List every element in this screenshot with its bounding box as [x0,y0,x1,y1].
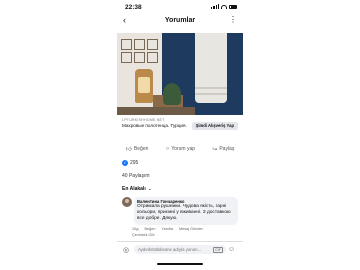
reaction-count: 295 [130,160,139,166]
share-icon: ↪ [212,146,218,153]
like-reaction-icon: ✓ [122,160,128,166]
comment-label: Yorum yap [171,146,196,152]
comment-sort[interactable]: En Alakalı ⌄ [122,186,152,192]
reactions-summary[interactable]: ✓ 295 [122,159,138,167]
phone-screen: 22:38 ‹ Yorumlar ⋮ LPTURKISHHOME.NET Мах… [117,0,243,270]
share-button[interactable]: ↪ Paylaş [212,146,234,153]
comment-like-link[interactable]: Beğen [144,227,155,231]
chevron-down-icon: ⌄ [147,186,152,192]
comment-icon: ○ [165,146,170,152]
camera-icon[interactable]: ◎ [123,246,129,254]
ad-headline: Махровые полотенца. Турция. [122,123,187,128]
sort-label: En Alakalı [122,186,146,192]
comment-time: 10д [132,227,139,231]
emoji-icon[interactable]: ☺ [228,246,235,253]
comment-actions: 10д Beğen Yanıtla Mesaj Gönder [132,227,203,231]
like-icon: 👍︎ [125,147,132,153]
comment-message-link[interactable]: Mesaj Gönder [179,227,203,231]
ad-meta[interactable]: LPTURKISHHOME.NET Махровые полотенца. Ту… [117,117,243,135]
share-label: Paylaş [219,146,235,152]
gif-icon[interactable]: GIF [213,247,223,253]
status-bar: 22:38 [117,2,243,12]
post-actions: 👍︎ Beğen ○ Yorum yap ↪ Paylaş [117,144,243,154]
status-time: 22:38 [125,4,142,11]
like-button[interactable]: 👍︎ Beğen [126,145,149,153]
header: ‹ Yorumlar ⋮ [117,14,243,28]
comment-composer: ◎ GIF ☺ [117,241,243,258]
status-icons [211,4,237,9]
wifi-icon [221,4,227,9]
battery-icon [229,4,237,9]
comment-button[interactable]: ○ Yorum yap [166,146,195,152]
comment-reply-link[interactable]: Yanıtla [161,227,173,231]
more-icon[interactable]: ⋮ [229,15,237,24]
translate-link[interactable]: Çevirisini Gör [132,233,155,237]
like-label: Beğen [133,146,149,152]
shop-now-button[interactable]: Şimdi Alışveriş Yap [191,122,238,130]
share-count[interactable]: 40 Paylaşım [122,173,150,179]
ad-image[interactable] [117,33,243,115]
avatar[interactable] [122,197,132,207]
comment-text: Отримала рушники. Чудова якість, гарні к… [137,204,231,221]
signal-icon [211,4,219,9]
home-indicator [157,263,203,265]
page-title: Yorumlar [164,17,196,24]
comment-bubble: Валентина Гончаренко Отримала рушники. Ч… [134,197,238,225]
ad-domain: LPTURKISHHOME.NET [122,118,165,122]
